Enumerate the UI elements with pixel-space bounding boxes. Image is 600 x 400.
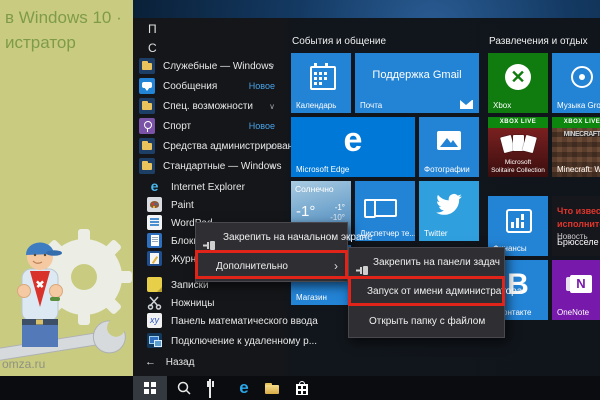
edge-logo-icon: e xyxy=(291,121,415,160)
task-view-icon[interactable] xyxy=(206,380,222,396)
messaging-icon xyxy=(139,78,155,94)
tile-news[interactable]: Что извесисполните Новость Брюсселе xyxy=(552,196,600,256)
onenote-icon: N xyxy=(570,275,592,293)
scissors-icon xyxy=(147,295,162,310)
app-list-letter-s[interactable]: С xyxy=(148,41,157,55)
app-list-folder-accessibility[interactable]: Спец. возможности ∨ xyxy=(133,98,285,116)
context-submenu: Закрепить на панели задач Запуск от имен… xyxy=(348,247,505,338)
chevron-down-icon: ∨ xyxy=(269,62,275,71)
chevron-up-icon: ∧ xyxy=(269,162,275,171)
screenshot-root: П С Служебные — Windows ∨ Сообщения Ново… xyxy=(0,0,600,400)
groove-music-icon xyxy=(571,66,593,88)
tile-mail[interactable]: Поддержка Gmail Почта xyxy=(355,53,479,113)
math-input-icon: xy xyxy=(147,313,162,328)
app-list-item-internet-explorer[interactable]: e Internet Explorer xyxy=(133,179,285,197)
tile-group-header-1[interactable]: События и общение xyxy=(292,36,386,47)
sticky-notes-icon xyxy=(147,277,162,292)
desktop-wallpaper xyxy=(133,0,600,18)
promo-title: в Windows 10 · истратор xyxy=(5,6,122,55)
mail-envelope-icon xyxy=(460,100,473,109)
promo-panel: в Windows 10 · истратор xyxy=(0,0,133,377)
tile-xbox[interactable]: ✕ Xbox xyxy=(488,53,548,113)
tile-groove-music[interactable]: Музыка Groove xyxy=(552,53,600,113)
paint-icon xyxy=(147,197,162,212)
wordpad-icon xyxy=(147,215,162,230)
finance-chart-icon xyxy=(506,209,532,233)
notepad-icon xyxy=(147,233,162,248)
photos-icon xyxy=(437,131,461,150)
menu-item-more[interactable]: Дополнительно › xyxy=(196,252,347,281)
sport-icon xyxy=(139,118,155,134)
folder-icon xyxy=(139,158,155,174)
watermark: omza.ru xyxy=(2,357,45,371)
context-menu: Закрепить на начальном экране Дополнител… xyxy=(195,222,348,282)
tile-minecraft[interactable]: XBOX LIVE MINECRAFT Minecraft: W xyxy=(552,117,600,177)
app-list-item-paint[interactable]: Paint xyxy=(133,197,285,215)
app-list-item-snipping-tool[interactable]: Ножницы xyxy=(133,295,285,313)
journal-icon xyxy=(147,251,162,266)
xbox-logo-icon: ✕ xyxy=(505,64,531,90)
remote-desktop-icon xyxy=(147,333,162,348)
taskbar: e xyxy=(0,376,600,400)
tile-photos[interactable]: Фотографии xyxy=(419,117,479,177)
app-list-letter-p[interactable]: П xyxy=(148,22,157,36)
chevron-down-icon: ∨ xyxy=(269,102,275,111)
submenu-arrow-icon: › xyxy=(334,252,338,281)
new-badge: Новое xyxy=(249,81,275,91)
devices-icon xyxy=(371,199,397,217)
menu-item-pin-to-start[interactable]: Закрепить на начальном экране xyxy=(196,223,347,252)
tile-solitaire[interactable]: XBOX LIVE MicrosoftSolitaire Collection xyxy=(488,117,548,177)
app-list-folder-admin-tools[interactable]: Средства администрирован... ∨ xyxy=(133,138,285,156)
chevron-down-icon: ∨ xyxy=(269,142,275,151)
folder-icon xyxy=(139,138,155,154)
windows-logo-icon xyxy=(144,382,156,394)
repairman-mascot-image xyxy=(0,227,133,377)
menu-item-pin-to-taskbar[interactable]: Закрепить на панели задач xyxy=(349,248,504,277)
folder-icon xyxy=(139,98,155,114)
app-list-item-remote-desktop[interactable]: Подключение к удаленному р... xyxy=(133,333,285,351)
tile-twitter[interactable]: Twitter xyxy=(419,181,479,241)
xbox-live-banner: XBOX LIVE xyxy=(488,117,548,128)
new-badge: Новое xyxy=(249,121,275,131)
start-button[interactable] xyxy=(133,376,167,400)
search-icon[interactable] xyxy=(176,380,192,396)
tile-calendar[interactable]: Календарь xyxy=(291,53,351,113)
app-list-item-sport[interactable]: Спорт Новое xyxy=(133,118,285,136)
back-button[interactable]: Назад xyxy=(145,356,194,368)
app-list-item-math-input[interactable]: xy Панель математического ввода xyxy=(133,313,285,331)
edge-taskbar-icon[interactable]: e xyxy=(236,380,252,396)
twitter-bird-icon xyxy=(435,193,463,217)
folder-icon xyxy=(139,58,155,74)
calendar-icon xyxy=(310,66,336,90)
xbox-live-banner: XBOX LIVE xyxy=(552,117,600,128)
tile-group-header-2[interactable]: Развлечения и отдых xyxy=(489,36,588,47)
app-list-item-messaging[interactable]: Сообщения Новое xyxy=(133,78,285,96)
app-list-folder-system[interactable]: Служебные — Windows ∨ xyxy=(133,58,285,76)
menu-item-run-as-administrator[interactable]: Запуск от имени администратора xyxy=(349,277,504,307)
internet-explorer-icon: e xyxy=(147,179,162,194)
app-list-folder-accessories[interactable]: Стандартные — Windows ∧ xyxy=(133,158,285,176)
menu-item-open-file-location[interactable]: Открыть папку с файлом xyxy=(349,307,504,337)
tile-microsoft-edge[interactable]: e Microsoft Edge xyxy=(291,117,415,177)
tile-onenote[interactable]: N OneNote xyxy=(552,260,600,320)
